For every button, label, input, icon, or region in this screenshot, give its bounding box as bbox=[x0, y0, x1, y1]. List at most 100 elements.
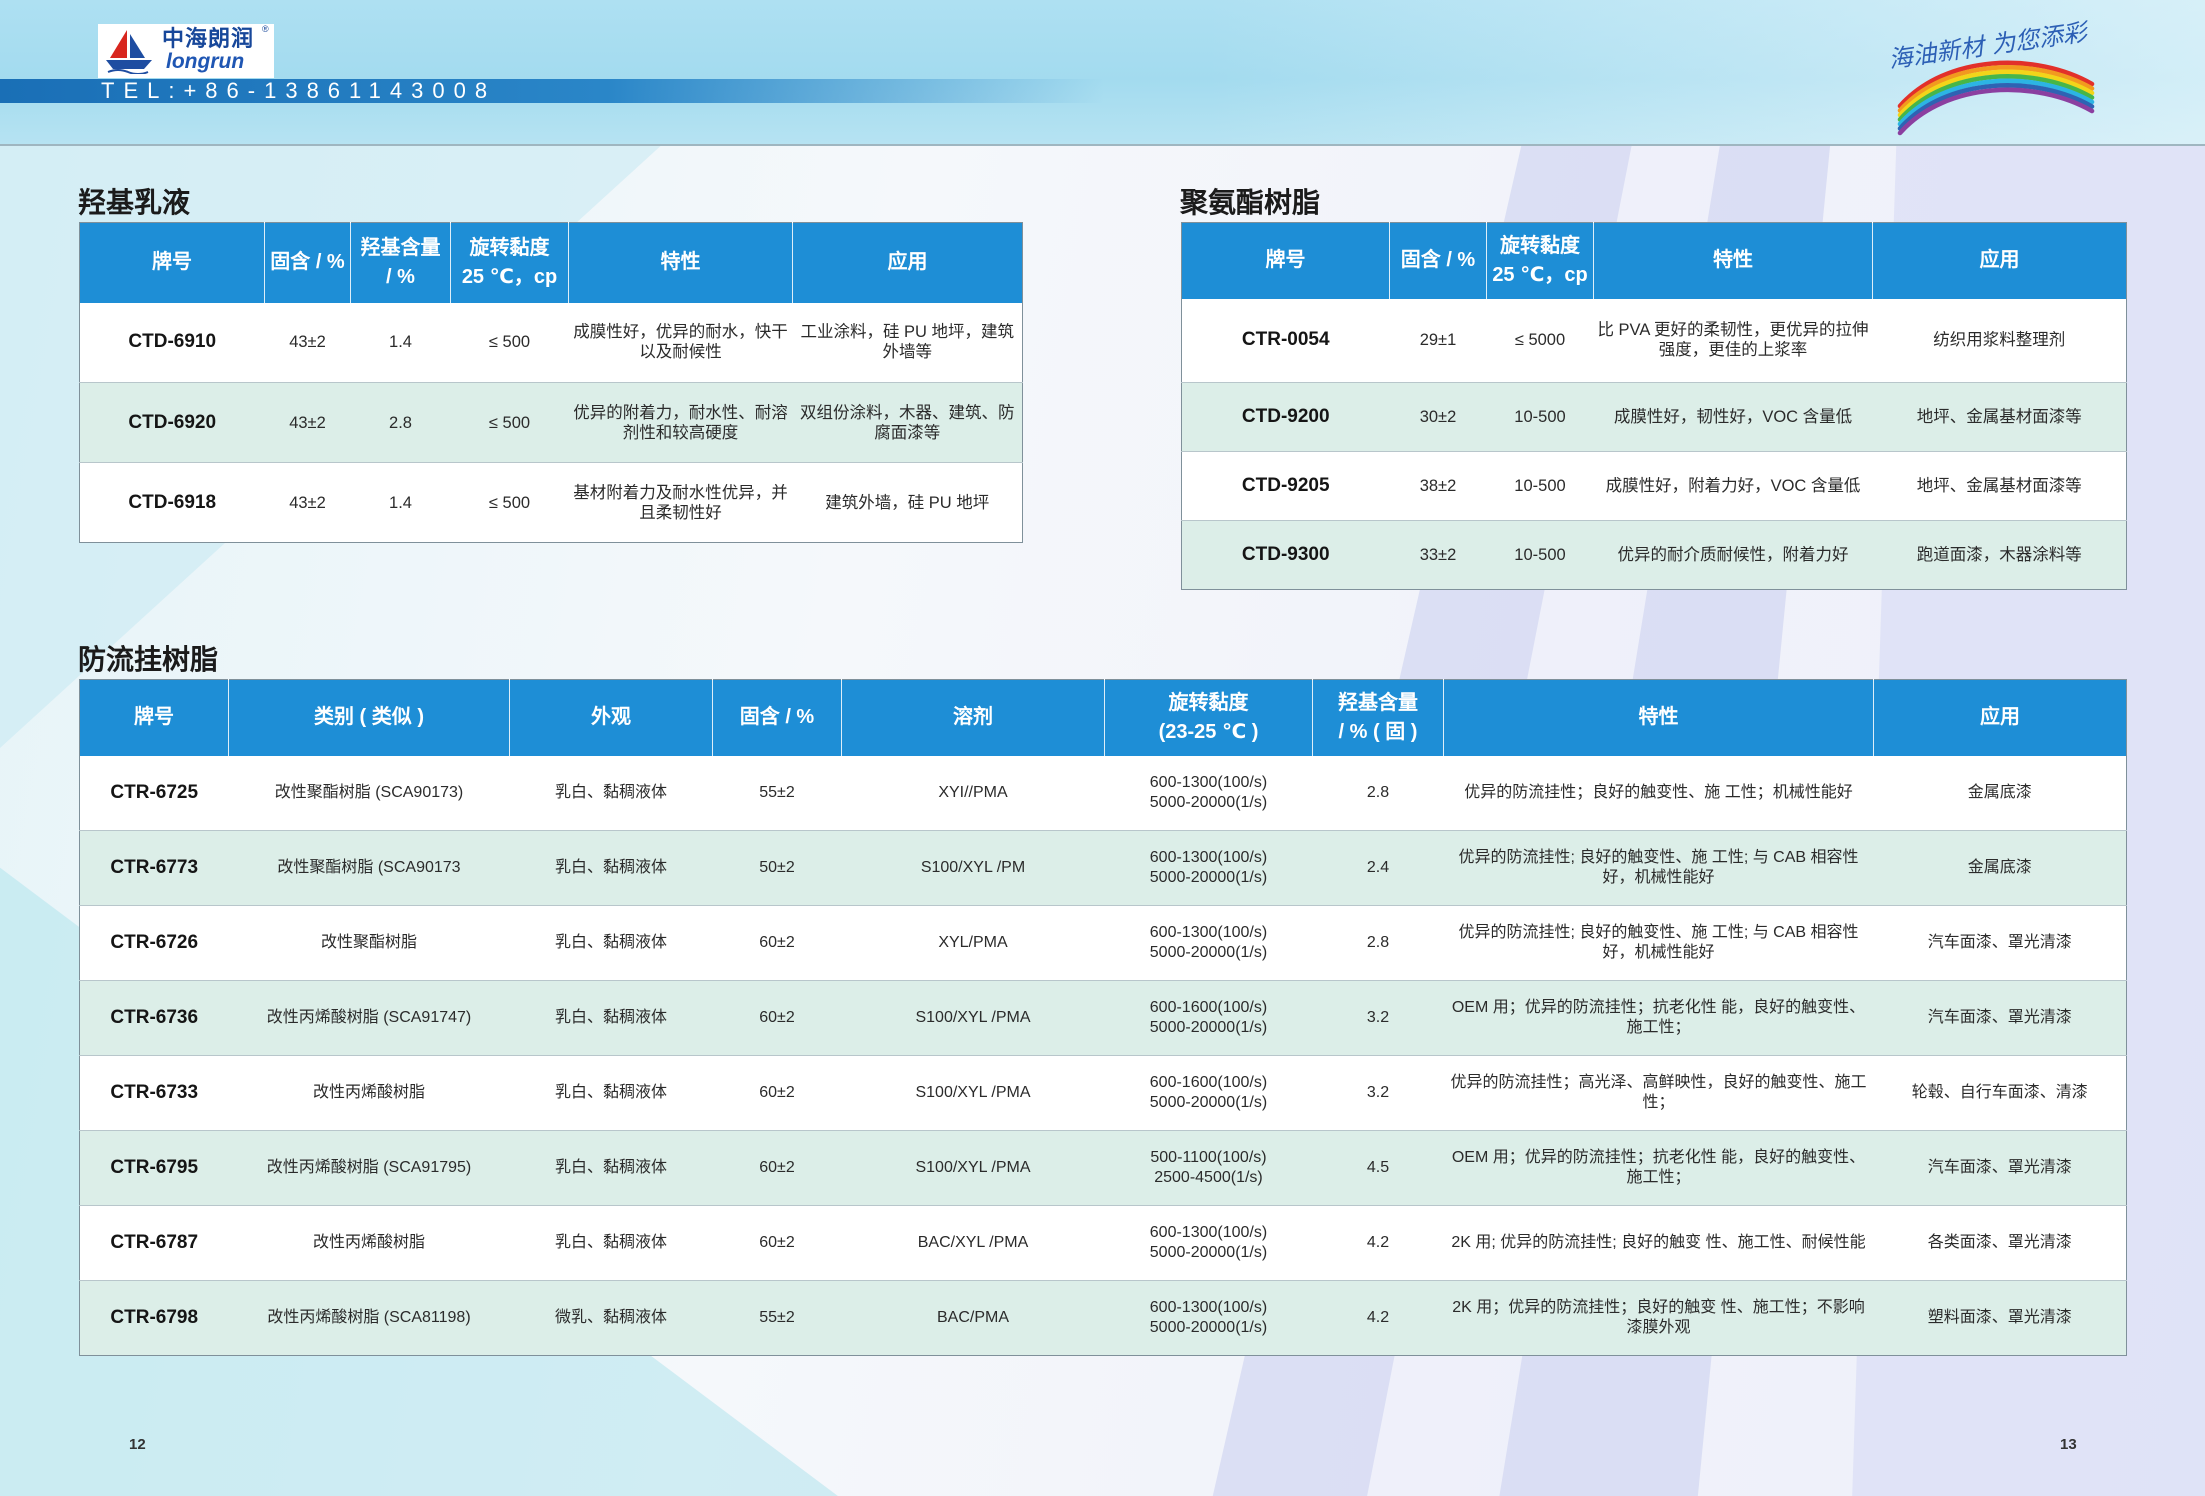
column-header-grade: 牌号 bbox=[79, 679, 229, 756]
table-row: CTR-6787 改性丙烯酸树脂 乳白、黏稠液体 60±2 BAC/XYL /PMA 60… bbox=[79, 1205, 2127, 1281]
cell-hydroxyl: 1.4 bbox=[350, 462, 451, 543]
table-row: CTR-6795 改性丙烯酸树脂 (SCA91795) 乳白、黏稠液体 60±2 S10… bbox=[79, 1130, 2127, 1206]
cell-features: 优异的防流挂性; 良好的触变性、施 工性; 与 CAB 相容性好，机械性能好 bbox=[1443, 830, 1874, 906]
cell-solvent: BAC/PMA bbox=[841, 1280, 1105, 1356]
cell-features: 优异的防流挂性；高光泽、高鲜映性，良好的触变性、施工性； bbox=[1443, 1055, 1874, 1131]
cell-viscosity: 500-1100(100/s) 2500-4500(1/s) bbox=[1104, 1130, 1313, 1206]
table-row: CTD-9205 38±2 10-500 成膜性好，附着力好，VOC 含量低 地坪、金属… bbox=[1181, 451, 2127, 521]
cell-category: 改性丙烯酸树脂 (SCA81198) bbox=[228, 1280, 510, 1356]
cell-solids: 60±2 bbox=[712, 1205, 842, 1281]
cell-solids: 43±2 bbox=[264, 302, 351, 383]
cell-solvent: XYI//PMA bbox=[841, 755, 1105, 831]
cell-category: 改性丙烯酸树脂 (SCA91795) bbox=[228, 1130, 510, 1206]
cell-viscosity: 600-1300(100/s) 5000-20000(1/s) bbox=[1104, 905, 1313, 981]
column-header-hydroxyl: 羟基含量 / % bbox=[350, 222, 451, 303]
sailboat-icon bbox=[106, 30, 152, 74]
cell-hydroxyl: 2.4 bbox=[1312, 830, 1444, 906]
cell-hydroxyl: 2.8 bbox=[1312, 755, 1444, 831]
cell-application: 各类面漆、罩光清漆 bbox=[1873, 1205, 2127, 1281]
cell-application: 金属底漆 bbox=[1873, 755, 2127, 831]
cell-solids: 43±2 bbox=[264, 382, 351, 463]
header-row: 牌号 固含 / % 旋转黏度 25 ℃，cp 特性 应用 bbox=[1181, 222, 2127, 299]
brand-name-en: longrun bbox=[166, 50, 245, 73]
table-row: CTD-6918 43±2 1.4 ≤ 500 基材附着力及耐水性优异，并且柔韧性好 建筑… bbox=[79, 462, 1023, 543]
cell-grade: CTD-9300 bbox=[1181, 520, 1390, 590]
cell-application: 轮毂、自行车面漆、清漆 bbox=[1873, 1055, 2127, 1131]
header-row: 牌号 类别 ( 类似 ) 外观 固含 / % 溶剂 旋转黏度 (23-25 ℃ ) 羟基含量… bbox=[79, 679, 2127, 756]
cell-grade: CTR-6726 bbox=[79, 905, 229, 981]
header-band: 中海朗润 ® longrun TEL:+86-13861143008 海油新材 … bbox=[0, 0, 2205, 146]
column-header-application: 应用 bbox=[792, 222, 1023, 303]
cell-solids: 60±2 bbox=[712, 1130, 842, 1206]
column-header-solvent: 溶剂 bbox=[841, 679, 1105, 756]
table-row: CTR-0054 29±1 ≤ 5000 比 PVA 更好的柔韧性，更优异的拉伸强度，… bbox=[1181, 298, 2127, 383]
table-row: CTD-6910 43±2 1.4 ≤ 500 成膜性好，优异的耐水，快干以及耐候性 工业… bbox=[79, 302, 1023, 383]
cell-viscosity: ≤ 500 bbox=[450, 462, 569, 543]
cell-grade: CTR-6795 bbox=[79, 1130, 229, 1206]
table-body: CTR-0054 29±1 ≤ 5000 比 PVA 更好的柔韧性，更优异的拉伸强度，… bbox=[1181, 298, 2127, 590]
table-row: CTR-6736 改性丙烯酸树脂 (SCA91747) 乳白、黏稠液体 60±2 S10… bbox=[79, 980, 2127, 1056]
cell-solids: 60±2 bbox=[712, 1055, 842, 1131]
cell-viscosity: 600-1300(100/s) 5000-20000(1/s) bbox=[1104, 755, 1313, 831]
column-header-hydroxyl: 羟基含量 / % ( 固 ) bbox=[1312, 679, 1444, 756]
cell-application: 纺织用浆料整理剂 bbox=[1872, 298, 2127, 383]
cell-category: 改性聚酯树脂 (SCA90173) bbox=[228, 755, 510, 831]
table-body: CTD-6910 43±2 1.4 ≤ 500 成膜性好，优异的耐水，快干以及耐候性 工业… bbox=[79, 302, 1023, 543]
cell-features: 2K 用；优异的防流挂性；良好的触变 性、施工性；不影响漆膜外观 bbox=[1443, 1280, 1874, 1356]
cell-solids: 30±2 bbox=[1389, 382, 1487, 452]
cell-category: 改性丙烯酸树脂 (SCA91747) bbox=[228, 980, 510, 1056]
cell-grade: CTR-6787 bbox=[79, 1205, 229, 1281]
cell-grade: CTR-6733 bbox=[79, 1055, 229, 1131]
cell-grade: CTR-6773 bbox=[79, 830, 229, 906]
cell-features: 成膜性好，韧性好，VOC 含量低 bbox=[1593, 382, 1873, 452]
cell-hydroxyl: 2.8 bbox=[350, 382, 451, 463]
table-row: CTR-6733 改性丙烯酸树脂 乳白、黏稠液体 60±2 S100/XYL /PMA 6… bbox=[79, 1055, 2127, 1131]
column-header-solids: 固含 / % bbox=[264, 222, 351, 303]
phone-number: TEL:+86-13861143008 bbox=[101, 78, 497, 103]
cell-viscosity: ≤ 5000 bbox=[1486, 298, 1594, 383]
cell-category: 改性聚酯树脂 (SCA90173 bbox=[228, 830, 510, 906]
cell-features: OEM 用；优异的防流挂性；抗老化性 能，良好的触变性、施工性； bbox=[1443, 980, 1874, 1056]
cell-solvent: XYL/PMA bbox=[841, 905, 1105, 981]
cell-grade: CTD-9205 bbox=[1181, 451, 1390, 521]
cell-application: 金属底漆 bbox=[1873, 830, 2127, 906]
cell-application: 工业涂料，硅 PU 地坪，建筑外墙等 bbox=[792, 302, 1023, 383]
column-header-solids: 固含 / % bbox=[1389, 222, 1487, 299]
table-row: CTR-6773 改性聚酯树脂 (SCA90173 乳白、黏稠液体 50±2 S100/… bbox=[79, 830, 2127, 906]
column-header-viscosity: 旋转黏度 25 ℃，cp bbox=[450, 222, 569, 303]
cell-solids: 55±2 bbox=[712, 755, 842, 831]
cell-features: 成膜性好，附着力好，VOC 含量低 bbox=[1593, 451, 1873, 521]
cell-grade: CTR-6736 bbox=[79, 980, 229, 1056]
cell-features: 优异的防流挂性; 良好的触变性、施 工性; 与 CAB 相容性好，机械性能好 bbox=[1443, 905, 1874, 981]
table-row: CTD-9300 33±2 10-500 优异的耐介质耐候性，附着力好 跑道面漆，木器涂… bbox=[1181, 520, 2127, 590]
section-title-polyurethane: 聚氨酯树脂 bbox=[1180, 187, 1321, 218]
cell-viscosity: 600-1300(100/s) 5000-20000(1/s) bbox=[1104, 1280, 1313, 1356]
table-polyurethane: 牌号 固含 / % 旋转黏度 25 ℃，cp 特性 应用 CTR-0054 29±1 ≤ 50… bbox=[1181, 222, 2127, 590]
cell-solvent: S100/XYL /PMA bbox=[841, 1130, 1105, 1206]
table-row: CTR-6798 改性丙烯酸树脂 (SCA81198) 微乳、黏稠液体 55±2 BAC… bbox=[79, 1280, 2127, 1356]
cell-solids: 60±2 bbox=[712, 905, 842, 981]
table-anti-sag: 牌号 类别 ( 类似 ) 外观 固含 / % 溶剂 旋转黏度 (23-25 ℃ ) 羟基含量… bbox=[79, 679, 2127, 1356]
brochure-spread: 中海朗润 ® longrun TEL:+86-13861143008 海油新材 … bbox=[0, 0, 2205, 1496]
cell-grade: CTD-9200 bbox=[1181, 382, 1390, 452]
cell-viscosity: ≤ 500 bbox=[450, 302, 569, 383]
column-header-grade: 牌号 bbox=[79, 222, 265, 303]
cell-viscosity: ≤ 500 bbox=[450, 382, 569, 463]
cell-viscosity: 600-1600(100/s) 5000-20000(1/s) bbox=[1104, 980, 1313, 1056]
cell-appearance: 微乳、黏稠液体 bbox=[509, 1280, 713, 1356]
cell-solvent: BAC/XYL /PMA bbox=[841, 1205, 1105, 1281]
cell-solvent: S100/XYL /PMA bbox=[841, 980, 1105, 1056]
cell-features: 优异的耐介质耐候性，附着力好 bbox=[1593, 520, 1873, 590]
cell-solids: 38±2 bbox=[1389, 451, 1487, 521]
cell-grade: CTD-6918 bbox=[79, 462, 265, 543]
cell-viscosity: 600-1300(100/s) 5000-20000(1/s) bbox=[1104, 1205, 1313, 1281]
cell-viscosity: 10-500 bbox=[1486, 520, 1594, 590]
column-header-viscosity: 旋转黏度 25 ℃，cp bbox=[1486, 222, 1594, 299]
cell-category: 改性丙烯酸树脂 bbox=[228, 1055, 510, 1131]
column-header-features: 特性 bbox=[568, 222, 793, 303]
cell-viscosity: 600-1300(100/s) 5000-20000(1/s) bbox=[1104, 830, 1313, 906]
cell-appearance: 乳白、黏稠液体 bbox=[509, 1055, 713, 1131]
cell-appearance: 乳白、黏稠液体 bbox=[509, 755, 713, 831]
cell-features: 2K 用; 优异的防流挂性; 良好的触变 性、施工性、耐候性能 bbox=[1443, 1205, 1874, 1281]
cell-grade: CTR-6725 bbox=[79, 755, 229, 831]
